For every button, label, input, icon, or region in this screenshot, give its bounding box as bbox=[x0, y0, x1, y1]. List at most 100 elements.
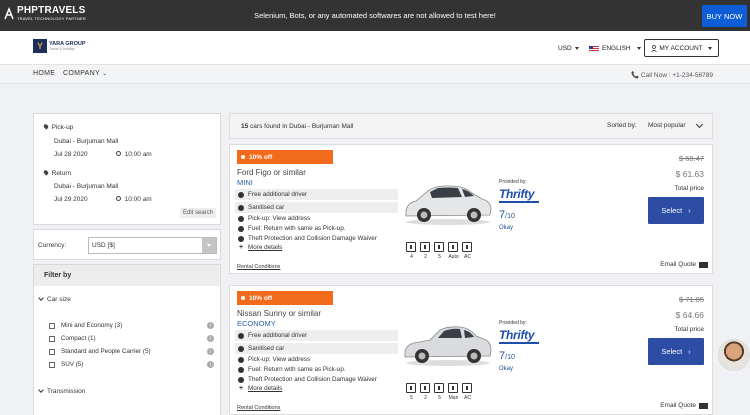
map-pin-icon bbox=[42, 169, 50, 176]
pickup-address[interactable]: Pick-up: View address bbox=[235, 356, 310, 363]
currency-select[interactable]: USD [$] bbox=[88, 237, 217, 254]
currency-select-value: USD [$] bbox=[92, 242, 115, 249]
transmission-toggle[interactable]: Transmission bbox=[38, 387, 86, 395]
car-size-option[interactable]: Standard and People Carrier (5) i bbox=[49, 348, 214, 355]
pickup-date: Jul 28 2020 bbox=[54, 151, 88, 158]
more-details-text: More details bbox=[248, 244, 283, 251]
provider-logo: Thrifty bbox=[499, 187, 535, 201]
checkbox[interactable] bbox=[49, 335, 55, 342]
results-count: 15 cars found in Dubai - Burjuman Mall bbox=[241, 123, 353, 130]
car-card: 10% off Ford Figo or similar MINI Free a… bbox=[229, 144, 713, 274]
sorted-label: Sorted by: bbox=[607, 122, 637, 129]
snowflake-icon bbox=[462, 242, 472, 252]
seats-spec-value: 5 bbox=[410, 395, 413, 401]
info-icon[interactable]: i bbox=[207, 361, 214, 368]
select-button[interactable]: Select › bbox=[648, 197, 704, 224]
nav-home[interactable]: HOME bbox=[33, 70, 55, 77]
rental-conditions-link[interactable]: Rental Conditions bbox=[237, 264, 280, 270]
bags-spec: 2 bbox=[420, 383, 431, 401]
sort-select[interactable]: Most popular bbox=[648, 122, 686, 129]
transmission-label: Transmission bbox=[47, 388, 86, 395]
more-details-link[interactable]: + More details bbox=[235, 244, 282, 251]
total-price-label: Total price bbox=[674, 326, 704, 333]
return-location: Dubai - Burjuman Mall bbox=[54, 183, 119, 190]
sanitised-icon bbox=[238, 345, 244, 352]
language-label: ENGLISH bbox=[602, 45, 631, 52]
car-size-toggle[interactable]: Car size bbox=[38, 295, 71, 303]
user-icon bbox=[651, 44, 658, 52]
email-quote-link[interactable]: Email Quote bbox=[660, 261, 708, 268]
site-logo[interactable]: Y YARA GROUP Travel & Holiday bbox=[33, 39, 86, 53]
rating-score-scale: /10 bbox=[505, 354, 515, 361]
theft-protection-text: Theft Protection and Collision Damage Wa… bbox=[248, 235, 377, 242]
currency-dropdown-label: USD bbox=[558, 45, 572, 52]
buy-now-button[interactable]: BUY NOW bbox=[702, 5, 747, 27]
bot-notice: Selenium, Bots, or any automated softwar… bbox=[254, 11, 496, 20]
select-button[interactable]: Select › bbox=[648, 338, 704, 365]
old-price: $ 71.85 bbox=[678, 295, 704, 304]
car-specs: 5 2 5 Man AC bbox=[406, 383, 473, 401]
ac-spec: AC bbox=[462, 383, 473, 401]
results-count-number: 15 bbox=[241, 123, 249, 130]
driver-icon bbox=[238, 332, 244, 339]
support-chat-avatar[interactable] bbox=[718, 339, 750, 371]
luggage-icon bbox=[420, 383, 430, 393]
pickup-label: Pick-up bbox=[51, 124, 74, 131]
seats-spec: 5 bbox=[406, 383, 417, 401]
info-icon[interactable]: i bbox=[207, 348, 214, 355]
edit-search-button[interactable]: Edit search bbox=[179, 208, 216, 218]
pickup-address[interactable]: Pick-up: View address bbox=[235, 215, 310, 222]
doors-spec: 5 bbox=[434, 383, 445, 401]
car-type: MINI bbox=[237, 178, 253, 187]
seats-spec-value: 4 bbox=[410, 254, 413, 260]
logo-subtext: Travel & Holiday bbox=[49, 47, 75, 51]
offer-badge: 10% off bbox=[237, 291, 333, 305]
info-icon bbox=[238, 376, 244, 383]
results-count-text: cars found in Dubai - Burjuman Mall bbox=[250, 123, 354, 130]
currency-dropdown[interactable]: USD bbox=[558, 45, 579, 52]
car-size-option-label: Compact (1) bbox=[61, 335, 96, 342]
checkbox[interactable] bbox=[49, 348, 55, 355]
theft-protection: Theft Protection and Collision Damage Wa… bbox=[235, 376, 377, 383]
checkbox[interactable] bbox=[49, 322, 55, 329]
total-price-label: Total price bbox=[674, 185, 704, 192]
checkbox[interactable] bbox=[49, 361, 55, 368]
language-dropdown[interactable]: ENGLISH bbox=[589, 45, 641, 52]
my-account-label: MY ACCOUNT bbox=[659, 44, 703, 52]
provided-by-label: Provided by: bbox=[499, 179, 527, 185]
rating-score: 7/10 bbox=[499, 209, 515, 221]
rental-conditions-link[interactable]: Rental Conditions bbox=[237, 405, 280, 411]
seat-icon bbox=[406, 242, 416, 252]
chevron-down-icon: ⌄ bbox=[102, 71, 108, 77]
car-size-label: Car size bbox=[47, 296, 71, 303]
car-size-option[interactable]: SUV (5) i bbox=[49, 361, 214, 368]
more-details-link[interactable]: + More details bbox=[235, 385, 282, 392]
car-name: Ford Figo or similar bbox=[237, 168, 306, 177]
feature-item: Free additional driver bbox=[235, 189, 398, 200]
search-summary: Pick-up Dubai - Burjuman Mall Jul 28 202… bbox=[33, 113, 221, 225]
car-size-option[interactable]: Compact (1) i bbox=[49, 335, 214, 342]
chevron-down-icon bbox=[707, 46, 712, 50]
main-nav: HOME COMPANY ⌄ 📞 Call Now : +1-234-56789 bbox=[0, 65, 750, 84]
car-size-option[interactable]: Mini and Economy (3) i bbox=[49, 322, 214, 329]
info-icon[interactable]: i bbox=[207, 335, 214, 342]
info-icon[interactable]: i bbox=[207, 322, 214, 329]
theft-protection-text: Theft Protection and Collision Damage Wa… bbox=[248, 376, 377, 383]
email-quote-link[interactable]: Email Quote bbox=[660, 402, 708, 409]
filter-title: Filter by bbox=[34, 265, 220, 286]
envelope-icon bbox=[699, 261, 708, 268]
rating-score-scale: /10 bbox=[505, 213, 515, 220]
my-account-dropdown[interactable]: MY ACCOUNT bbox=[644, 39, 719, 57]
nav-company[interactable]: COMPANY ⌄ bbox=[63, 70, 107, 77]
theft-protection: Theft Protection and Collision Damage Wa… bbox=[235, 235, 377, 242]
fuel-policy: Fuel: Return with same as Pick-up. bbox=[235, 225, 346, 232]
email-quote-text: Email Quote bbox=[660, 402, 696, 409]
logo-mark-icon: Y bbox=[33, 39, 47, 53]
door-icon bbox=[434, 383, 444, 393]
info-icon bbox=[238, 366, 244, 373]
pickup-address-text: Pick-up: View address bbox=[248, 215, 311, 222]
bags-spec-value: 2 bbox=[424, 395, 427, 401]
email-quote-text: Email Quote bbox=[660, 261, 696, 268]
car-image bbox=[405, 185, 492, 225]
chevron-down-icon[interactable] bbox=[695, 120, 704, 129]
